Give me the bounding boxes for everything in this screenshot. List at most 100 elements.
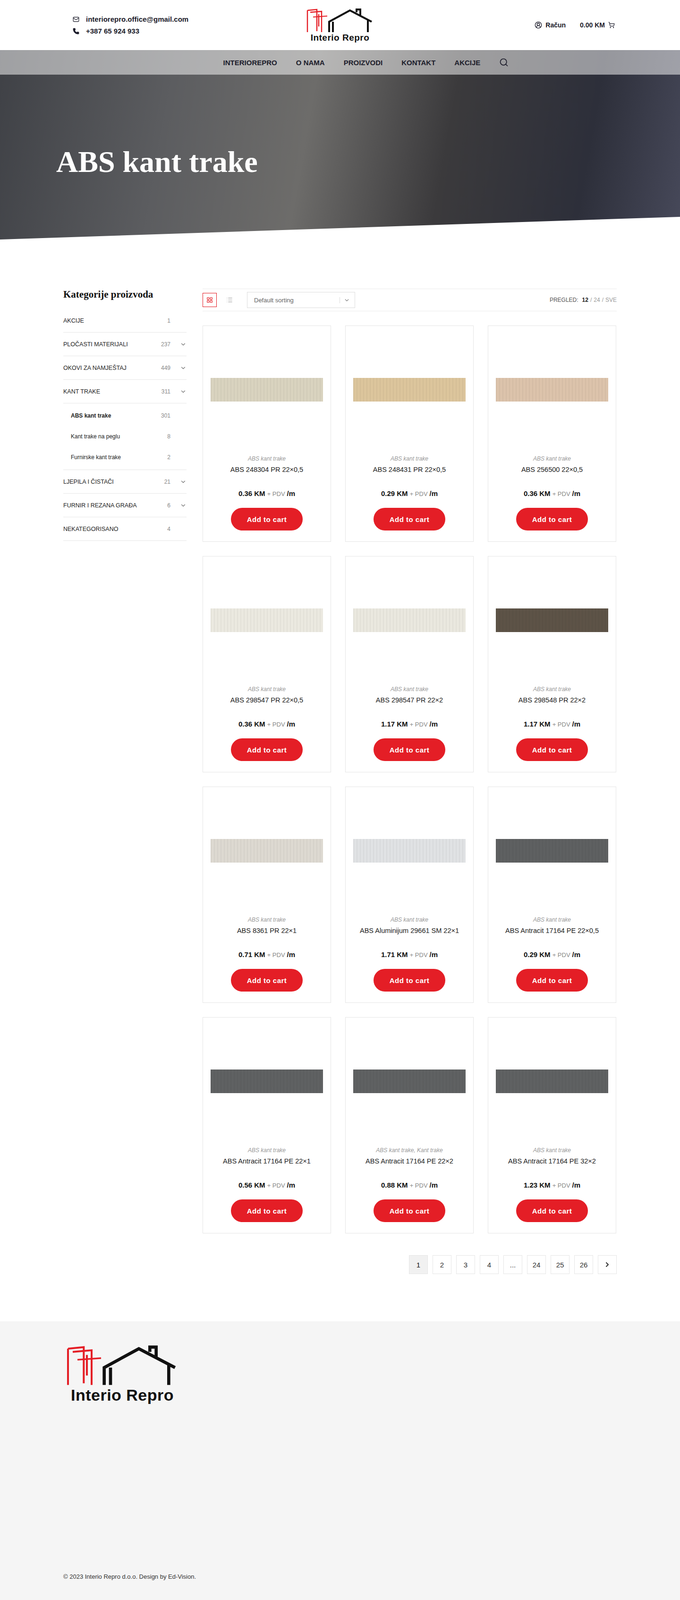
product-category[interactable]: ABS kant trake [247, 916, 286, 923]
add-to-cart-button[interactable]: Add to cart [516, 738, 588, 761]
category-item[interactable]: NEKATEGORISANO4 [63, 517, 187, 541]
subcategory-item[interactable]: Furnirske kant trake2 [63, 446, 187, 468]
product-category[interactable]: ABS kant trake [247, 1146, 286, 1154]
product-name[interactable]: ABS Antracit 17164 PE 22×2 [365, 1156, 454, 1167]
page-button[interactable]: 26 [574, 1254, 594, 1274]
product-category[interactable]: ABS kant trake [533, 685, 571, 693]
product-image[interactable] [495, 1017, 609, 1145]
product-image[interactable] [210, 1017, 323, 1145]
product-image[interactable] [353, 556, 466, 684]
product-card[interactable]: ABS kant trakeABS 298547 PR 22×0,50.36 K… [202, 555, 332, 773]
product-category[interactable]: ABS kant trake [247, 685, 286, 693]
page-button[interactable]: 1 [408, 1254, 428, 1274]
product-card[interactable]: ABS kant trakeABS 256500 22×0,50.36 KM+ … [487, 325, 617, 542]
email[interactable]: interiorepro.office@gmail.com [72, 15, 305, 24]
product-card[interactable]: ABS kant trake ABS Aluminijum 29661 SM 22… [345, 786, 474, 1003]
product-card[interactable]: ABS kant trake ABS Antracit 17164 PE 22×1… [202, 1016, 332, 1233]
product-image[interactable] [210, 325, 323, 454]
add-to-cart-button[interactable]: Add to cart [373, 507, 446, 531]
product-card[interactable]: ABS kant trakeABS 298548 PR 22×21.17 KM+… [487, 555, 617, 773]
chevron-down-icon[interactable] [179, 364, 187, 372]
add-to-cart-button[interactable]: Add to cart [230, 507, 303, 531]
category-item[interactable]: FURNIR I REZANA GRAĐA6 [63, 493, 187, 518]
product-image[interactable] [495, 325, 609, 454]
subcategory-item[interactable]: ABS kant trake301 [63, 405, 187, 426]
nav-item[interactable]: AKCIJE [454, 58, 481, 67]
product-category[interactable]: ABS kant trake [390, 916, 429, 923]
product-category[interactable]: ABS kant trake [390, 455, 429, 462]
product-name[interactable]: ABS 298547 PR 22×0,5 [230, 696, 304, 706]
category-item[interactable]: PLOČASTI MATERIJALI237 [63, 332, 187, 357]
product-image[interactable] [210, 556, 323, 684]
product-category[interactable]: ABS kant trake [390, 685, 429, 693]
list-view-button[interactable] [222, 292, 237, 307]
per-page-option[interactable]: SVE [605, 296, 617, 304]
cart-link[interactable]: 0.00 KM [579, 21, 615, 29]
page-button[interactable]: ... [503, 1254, 523, 1274]
phone[interactable]: +387 65 924 933 [72, 26, 305, 35]
product-category[interactable]: ABS kant trake, Kant trake [375, 1146, 443, 1154]
product-card[interactable]: ABS kant trakeABS 248304 PR 22×0,50.36 K… [202, 325, 332, 542]
product-card[interactable]: ABS kant trakeABS 248431 PR 22×0,50.29 K… [345, 325, 474, 542]
product-name[interactable]: ABS 8361 PR 22×1 [237, 926, 297, 936]
sort-select[interactable]: Default sorting [246, 291, 356, 308]
category-item[interactable]: KANT TRAKE311 [63, 379, 187, 404]
product-name[interactable]: ABS 298547 PR 22×2 [375, 696, 443, 706]
subcategory-item[interactable]: Kant trake na peglu8 [63, 425, 187, 447]
per-page-option[interactable]: 12 [582, 296, 589, 304]
next-page-button[interactable] [597, 1254, 617, 1274]
product-image[interactable] [353, 1017, 466, 1145]
page-button[interactable]: 3 [456, 1254, 476, 1274]
category-item[interactable]: AKCIJE1 [63, 308, 187, 333]
page-button[interactable]: 25 [550, 1254, 570, 1274]
grid-view-button[interactable] [202, 292, 217, 307]
product-card[interactable]: ABS kant trakeABS 8361 PR 22×10.71 KM+ P… [202, 786, 332, 1003]
chevron-down-icon[interactable] [179, 388, 187, 395]
product-name[interactable]: ABS Antracit 17164 PE 32×2 [508, 1156, 596, 1167]
page-button[interactable]: 4 [479, 1254, 499, 1274]
per-page-option[interactable]: 24 [593, 296, 600, 304]
product-category[interactable]: ABS kant trake [247, 455, 286, 462]
product-card[interactable]: ABS kant trakeABS 298547 PR 22×21.17 KM+… [345, 555, 474, 773]
add-to-cart-button[interactable]: Add to cart [230, 1198, 303, 1222]
product-name[interactable]: ABS 256500 22×0,5 [521, 465, 583, 476]
chevron-down-icon[interactable] [179, 340, 187, 348]
page-button[interactable]: 2 [432, 1254, 452, 1274]
product-image[interactable] [495, 556, 609, 684]
product-image[interactable] [495, 786, 609, 915]
product-name[interactable]: ABS Aluminijum 29661 SM 22×1 [359, 926, 459, 936]
nav-item[interactable]: PROIZVODI [343, 58, 383, 67]
product-image[interactable] [210, 786, 323, 915]
page-button[interactable]: 24 [527, 1254, 546, 1274]
product-name[interactable]: ABS 298548 PR 22×2 [518, 696, 586, 706]
add-to-cart-button[interactable]: Add to cart [230, 968, 303, 992]
product-image[interactable] [353, 325, 466, 454]
add-to-cart-button[interactable]: Add to cart [516, 507, 588, 531]
add-to-cart-button[interactable]: Add to cart [516, 1198, 588, 1222]
product-card[interactable]: ABS kant trake, Kant trake ABS Antracit 1… [345, 1016, 474, 1233]
header-logo[interactable]: Interio Repro [304, 7, 376, 43]
search-icon[interactable] [499, 57, 509, 68]
product-name[interactable]: ABS 248304 PR 22×0,5 [230, 465, 304, 476]
product-category[interactable]: ABS kant trake [533, 1146, 571, 1154]
product-card[interactable]: ABS kant trake ABS Antracit 17164 PE 32×2… [487, 1016, 617, 1233]
category-item[interactable]: LJEPILA I ČISTAČI21 [63, 469, 187, 494]
nav-item[interactable]: O NAMA [296, 58, 325, 67]
product-category[interactable]: ABS kant trake [533, 455, 571, 462]
nav-item[interactable]: INTERIOREPRO [223, 58, 278, 67]
add-to-cart-button[interactable]: Add to cart [373, 968, 446, 992]
nav-item[interactable]: KONTAKT [401, 58, 436, 67]
product-name[interactable]: ABS Antracit 17164 PE 22×1 [222, 1156, 311, 1167]
account-link[interactable]: Račun [534, 21, 566, 29]
chevron-down-icon[interactable] [179, 478, 187, 485]
product-category[interactable]: ABS kant trake [533, 916, 571, 923]
product-card[interactable]: ABS kant trake ABS Antracit 17164 PE 22×0… [487, 786, 617, 1003]
product-name[interactable]: ABS Antracit 17164 PE 22×0,5 [505, 926, 599, 936]
category-item[interactable]: OKOVI ZA NAMJEŠTAJ449 [63, 356, 187, 380]
product-image[interactable] [353, 786, 466, 915]
add-to-cart-button[interactable]: Add to cart [373, 738, 446, 761]
add-to-cart-button[interactable]: Add to cart [516, 968, 588, 992]
chevron-down-icon[interactable] [179, 501, 187, 509]
footer-logo[interactable]: Interio Repro [63, 1343, 182, 1404]
add-to-cart-button[interactable]: Add to cart [230, 738, 303, 761]
